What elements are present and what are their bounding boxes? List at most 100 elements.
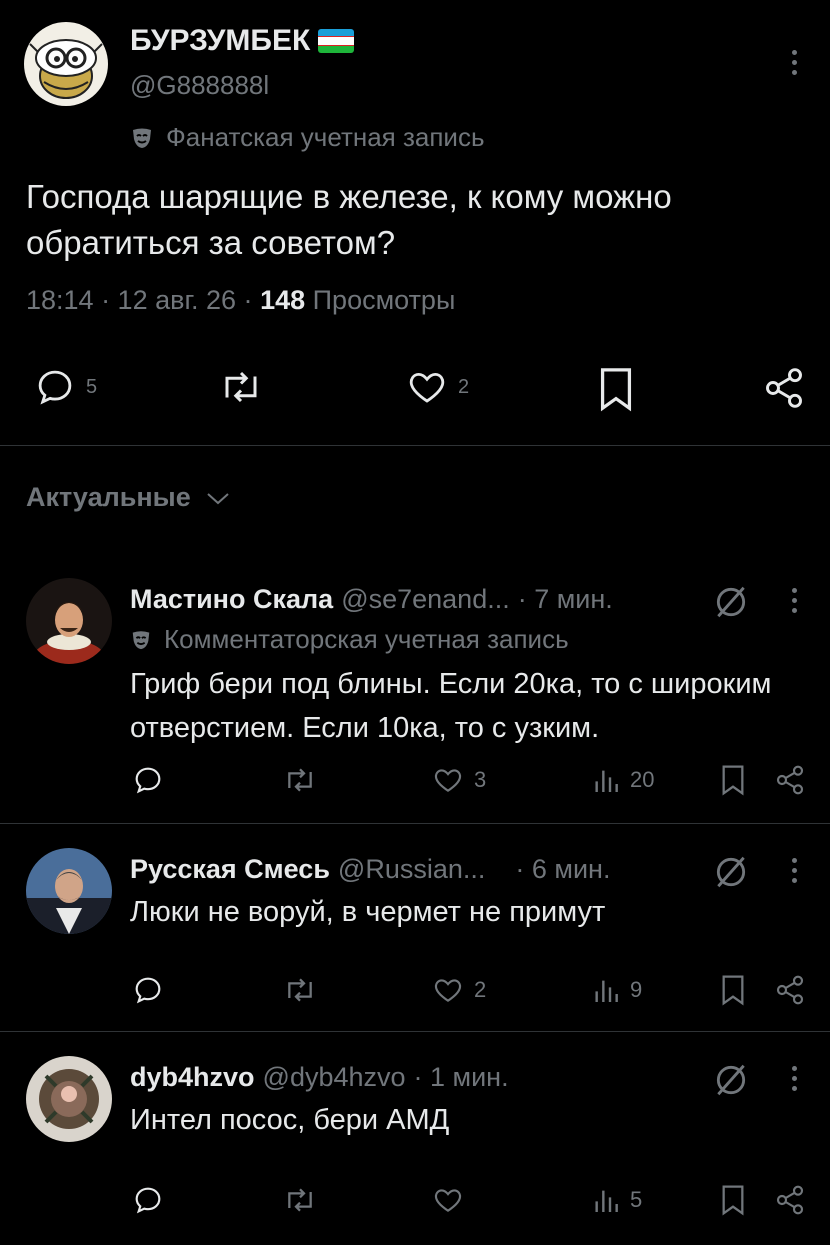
- share-icon: [776, 765, 804, 795]
- divider: [0, 823, 830, 824]
- reply-header: Мастино Скала @se7enand... · 7 мин.: [130, 584, 613, 615]
- reply-author-name[interactable]: dyb4hzvo: [130, 1062, 255, 1093]
- like-count: 2: [458, 375, 470, 398]
- heart-icon: [434, 979, 462, 1002]
- reply-author-handle[interactable]: @Russian...: [338, 854, 485, 885]
- reply-text: Интел посос, бери АМД: [130, 1104, 450, 1136]
- heart-icon: [434, 1189, 462, 1212]
- repost-icon: [288, 978, 312, 1002]
- author-name[interactable]: БУРЗУМБЕК: [130, 24, 310, 58]
- like-button[interactable]: 2: [432, 974, 486, 1006]
- heart-icon: [409, 372, 445, 403]
- repost-button[interactable]: [282, 764, 318, 796]
- reply-author-handle[interactable]: @se7enand...: [341, 584, 510, 615]
- author-avatar[interactable]: [24, 22, 108, 106]
- avatar[interactable]: [26, 1056, 112, 1142]
- reply-icon: [135, 1187, 161, 1214]
- reply-time[interactable]: · 6 мин.: [515, 854, 610, 885]
- more-options-icon[interactable]: [784, 1058, 804, 1098]
- like-button[interactable]: 2: [406, 366, 469, 408]
- grok-icon[interactable]: [712, 1061, 750, 1099]
- author-handle[interactable]: @G888888l: [130, 70, 269, 101]
- reply-author-name[interactable]: Мастино Скала: [130, 584, 333, 615]
- avatar[interactable]: [26, 848, 112, 934]
- like-count: 2: [474, 977, 487, 1002]
- account-type-label: Комментаторская учетная запись: [130, 624, 569, 655]
- sort-label: Актуальные: [26, 482, 191, 512]
- share-button[interactable]: [774, 764, 806, 796]
- reply-header: Русская Смесь @Russian... · 6 мин.: [130, 854, 610, 885]
- repost-button[interactable]: [282, 1184, 318, 1216]
- divider: [0, 1031, 830, 1032]
- bookmark-button[interactable]: [596, 366, 636, 412]
- views-count: 9: [630, 977, 643, 1002]
- analytics-icon: [595, 980, 618, 1002]
- share-button[interactable]: [762, 366, 806, 410]
- repost-button[interactable]: [218, 366, 264, 408]
- like-button[interactable]: 3: [432, 764, 486, 796]
- heart-icon: [434, 769, 462, 792]
- reply-icon: [38, 370, 72, 405]
- like-button[interactable]: [432, 1184, 474, 1216]
- analytics-icon: [595, 1190, 618, 1212]
- views-count: 20: [630, 767, 655, 792]
- reply-button[interactable]: [132, 1184, 164, 1216]
- account-type-text: Комментаторская учетная запись: [164, 624, 569, 654]
- views-button[interactable]: 9: [592, 974, 642, 1006]
- bookmark-button[interactable]: [718, 764, 748, 796]
- repost-button[interactable]: [282, 974, 318, 1006]
- reply-button[interactable]: [132, 764, 164, 796]
- post-timestamp[interactable]: 18:14 · 12 авг. 26 ·: [26, 285, 253, 315]
- share-button[interactable]: [774, 974, 806, 1006]
- share-icon: [766, 368, 802, 408]
- post-meta: 18:14 · 12 авг. 26 · 148 Просмотры: [26, 285, 455, 316]
- more-options-icon[interactable]: [784, 580, 804, 620]
- bookmark-icon: [722, 975, 744, 1006]
- bookmark-button[interactable]: [718, 974, 748, 1006]
- uzbekistan-flag-icon: [318, 29, 355, 53]
- post-text: Господа шарящие в железе, к кому можно о…: [26, 178, 672, 261]
- reply-time[interactable]: · 1 мин.: [414, 1062, 509, 1093]
- more-options-icon[interactable]: [784, 42, 804, 82]
- author-name-row[interactable]: БУРЗУМБЕК: [130, 24, 355, 58]
- reply-count: 5: [86, 375, 98, 398]
- share-button[interactable]: [774, 1184, 806, 1216]
- reply-header: dyb4hzvo @dyb4hzvo · 1 мин.: [130, 1062, 509, 1093]
- reply-author-handle[interactable]: @dyb4hzvo: [263, 1062, 406, 1093]
- repost-icon: [225, 371, 257, 403]
- views-count: 5: [630, 1187, 643, 1212]
- views-button[interactable]: 20: [592, 764, 654, 796]
- views-button[interactable]: 5: [592, 1184, 642, 1216]
- grok-icon[interactable]: [712, 853, 750, 891]
- analytics-icon: [595, 770, 618, 792]
- account-type-text: Фанатская учетная запись: [166, 122, 485, 152]
- reply-time[interactable]: · 7 мин.: [518, 584, 613, 615]
- reply-button[interactable]: [132, 974, 164, 1006]
- reply-button[interactable]: 5: [34, 366, 97, 408]
- divider: [0, 445, 830, 446]
- avatar[interactable]: [26, 578, 112, 664]
- sort-dropdown[interactable]: Актуальные: [26, 482, 231, 513]
- views-label[interactable]: Просмотры: [313, 285, 456, 315]
- reply-icon: [135, 977, 161, 1004]
- mask-icon: [132, 630, 150, 649]
- bookmark-icon: [722, 765, 744, 796]
- share-icon: [776, 975, 804, 1005]
- repost-icon: [288, 1188, 312, 1212]
- mask-icon: [133, 128, 151, 148]
- repost-icon: [288, 768, 312, 792]
- grok-icon[interactable]: [712, 583, 750, 621]
- views-count: 148: [260, 285, 306, 315]
- account-type-label: Фанатская учетная запись: [130, 122, 485, 153]
- share-icon: [776, 1185, 804, 1215]
- reply-author-name[interactable]: Русская Смесь: [130, 854, 330, 885]
- like-count: 3: [474, 767, 487, 792]
- bookmark-button[interactable]: [718, 1184, 748, 1216]
- bookmark-icon: [600, 368, 632, 412]
- more-options-icon[interactable]: [784, 850, 804, 890]
- reply-text: Гриф бери под блины. Если 20ка, то с шир…: [130, 668, 772, 744]
- bookmark-icon: [722, 1185, 744, 1216]
- chevron-down-icon: [207, 492, 229, 504]
- reply-text: Люки не воруй, в чермет не примут: [130, 896, 606, 928]
- reply-icon: [135, 767, 161, 794]
